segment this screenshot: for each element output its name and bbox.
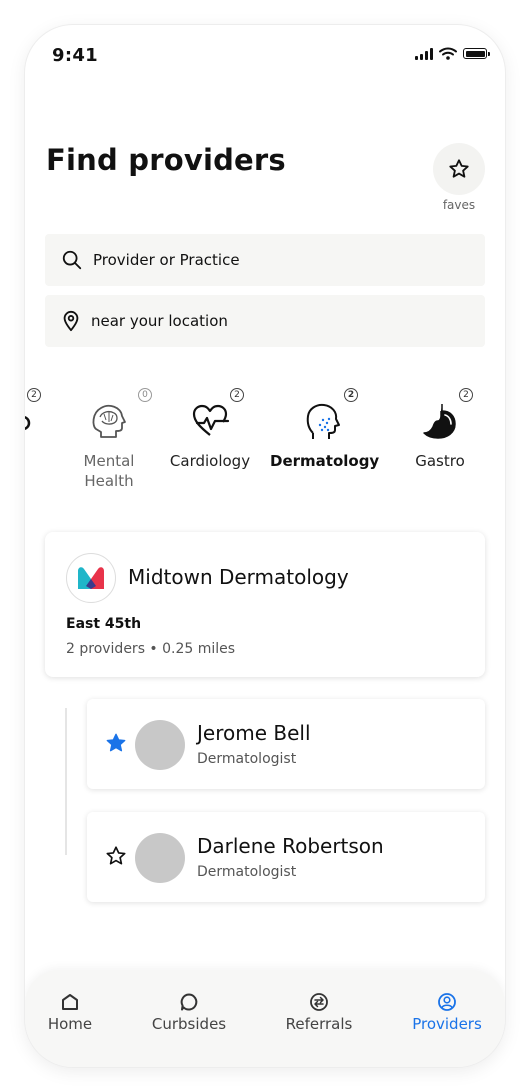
signal-icon <box>415 47 433 60</box>
wifi-icon <box>439 47 457 60</box>
provider-search-field[interactable] <box>45 234 485 286</box>
bottom-tab-bar: Home Curbsides Referrals Providers <box>25 970 505 1067</box>
faves-label: faves <box>442 198 476 212</box>
provider-search-input[interactable] <box>93 251 485 269</box>
provider-profile-icon <box>438 993 456 1011</box>
location-field[interactable] <box>45 295 485 347</box>
provider-card[interactable]: Darlene Robertson Dermatologist <box>87 812 485 902</box>
category-badge: 2 <box>459 388 473 402</box>
brain-icon <box>92 404 126 438</box>
tree-connector <box>65 708 67 855</box>
provider-name: Darlene Robertson <box>197 834 384 858</box>
stomach-icon <box>423 404 456 439</box>
chat-bubble-icon <box>180 993 198 1011</box>
category-label: Cardiology <box>169 452 251 470</box>
practice-address: East 45th <box>66 616 142 632</box>
specialty-categories: 2 o 0 Mental Health 2 Cardiology <box>25 383 505 503</box>
faves-button[interactable] <box>433 143 485 195</box>
tab-label: Providers <box>412 1015 482 1033</box>
status-icons <box>415 47 490 60</box>
category-label: o <box>25 451 43 471</box>
tab-label: Referrals <box>285 1015 353 1033</box>
category-label-line2: Health <box>84 472 134 490</box>
category-label: Gastro <box>415 452 465 470</box>
location-input[interactable] <box>91 312 485 330</box>
battery-icon <box>463 48 490 59</box>
category-label: Dermatology <box>270 452 380 470</box>
tab-home[interactable]: Home <box>25 992 125 1033</box>
page-title: Find providers <box>46 143 286 177</box>
provider-specialty: Dermatologist <box>197 864 297 880</box>
star-filled-icon[interactable] <box>105 732 127 754</box>
phone-screen: 9:41 Find providers faves Provider or Pr… <box>25 25 505 1067</box>
star-outline-icon[interactable] <box>105 845 127 867</box>
practice-card[interactable]: Midtown Dermatology East 45th 2 provider… <box>45 532 485 677</box>
category-label: Mental <box>83 452 135 470</box>
tab-referrals[interactable]: Referrals <box>264 992 374 1033</box>
avatar <box>135 720 185 770</box>
provider-specialty: Dermatologist <box>197 751 297 767</box>
provider-card[interactable]: Jerome Bell Dermatologist <box>87 699 485 789</box>
search-icon <box>61 249 83 271</box>
practice-meta: 2 providers • 0.25 miles <box>66 641 236 657</box>
tab-label: Home <box>47 1015 93 1033</box>
tab-curbsides[interactable]: Curbsides <box>134 992 244 1033</box>
tab-providers[interactable]: Providers <box>392 992 502 1033</box>
status-time: 9:41 <box>52 45 98 66</box>
tab-label: Curbsides <box>151 1015 227 1033</box>
category-badge: 2 <box>27 388 41 402</box>
avatar <box>135 833 185 883</box>
face-skin-icon <box>306 403 340 439</box>
home-icon <box>62 994 78 1010</box>
category-badge: 0 <box>138 388 152 402</box>
category-badge: 2 <box>344 388 358 402</box>
location-pin-icon <box>61 310 81 332</box>
star-outline-icon <box>449 159 469 178</box>
practice-name: Midtown Dermatology <box>128 565 349 589</box>
provider-name: Jerome Bell <box>197 721 311 745</box>
referral-icon <box>310 993 328 1011</box>
heart-icon <box>192 404 230 436</box>
practice-logo <box>66 553 116 603</box>
partial-icon <box>25 416 31 430</box>
category-badge: 2 <box>230 388 244 402</box>
